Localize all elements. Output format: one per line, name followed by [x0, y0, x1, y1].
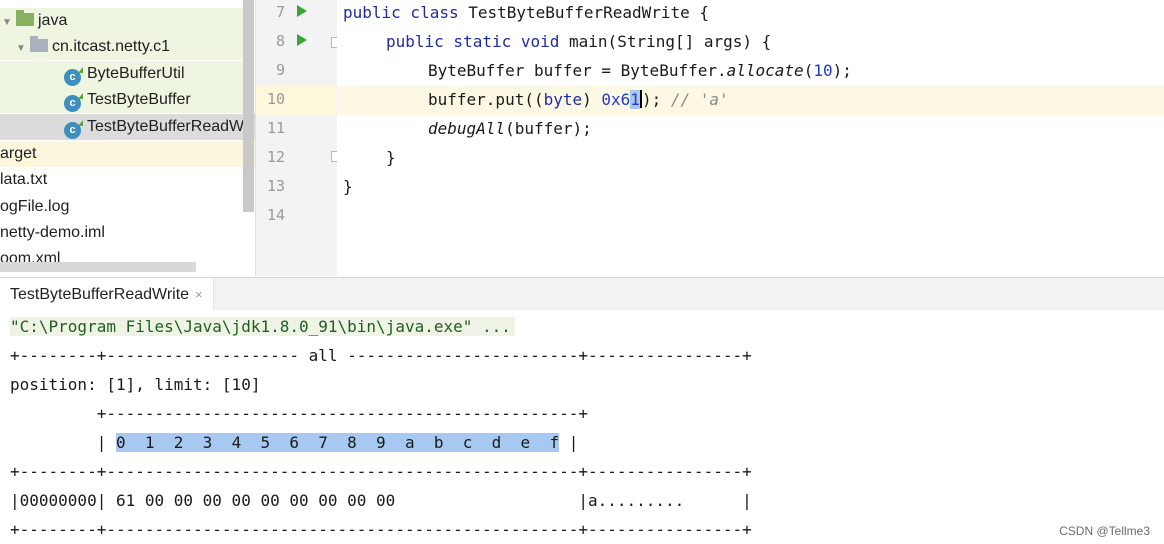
line-number: 12	[266, 148, 285, 166]
expand-arrow-icon[interactable]: ▼	[16, 36, 30, 62]
watermark: CSDN @Tellme3	[1059, 524, 1150, 538]
console-line: +--------+-------------------- all -----…	[10, 346, 752, 365]
tree-horizontal-scrollbar[interactable]	[0, 262, 196, 272]
console-line: +---------------------------------------…	[10, 404, 588, 423]
tree-item-testbytebufferreadwrite[interactable]: c TestByteBufferReadW	[0, 114, 255, 140]
code-line-13: }	[343, 177, 353, 196]
tree-item-testbytebuffer[interactable]: c TestByteBuffer	[0, 87, 243, 113]
expand-arrow-icon[interactable]: ▼	[2, 10, 16, 36]
console-line: position: [1], limit: [10]	[10, 375, 261, 394]
package-icon	[30, 36, 48, 52]
console-hex-header: | 0 1 2 3 4 5 6 7 8 9 a b c d e f |	[10, 433, 579, 452]
tree-item-package[interactable]: ▼ cn.itcast.netty.c1	[0, 34, 243, 60]
console-command-line: "C:\Program Files\Java\jdk1.8.0_91\bin\j…	[10, 312, 515, 341]
tree-item-logfile[interactable]: ogFile.log	[0, 194, 69, 220]
tree-item-java[interactable]: ▼ java	[0, 8, 245, 34]
line-number: 9	[275, 61, 285, 79]
code-line-7: public class TestByteBufferReadWrite {	[343, 3, 710, 22]
run-class-icon[interactable]	[297, 5, 307, 17]
tree-item-bytebufferutil[interactable]: c ByteBufferUtil	[0, 61, 243, 87]
console-output[interactable]: "C:\Program Files\Java\jdk1.8.0_91\bin\j…	[0, 310, 1164, 544]
code-line-10: buffer.put((byte) 0x61); // 'a'	[428, 90, 729, 109]
selected-text: 1	[630, 90, 640, 109]
line-number: 13	[266, 177, 285, 195]
close-icon[interactable]: ×	[195, 287, 203, 302]
run-tool-window-header: TestByteBufferReadWrite ×	[0, 277, 1164, 310]
java-class-icon: c	[64, 67, 83, 86]
console-line: +--------+------------------------------…	[10, 462, 752, 481]
line-number: 14	[266, 206, 285, 224]
tree-item-iml[interactable]: netty-demo.iml	[0, 220, 105, 246]
tree-vertical-scrollbar[interactable]	[243, 0, 254, 212]
line-number: 10	[266, 90, 285, 108]
tree-item-target[interactable]: arget	[0, 141, 255, 167]
line-number: 8	[275, 32, 285, 50]
line-number: 11	[266, 119, 285, 137]
java-class-icon: c	[64, 93, 83, 112]
line-number: 7	[275, 3, 285, 21]
code-line-8: public static void main(String[] args) {	[386, 32, 772, 51]
folder-icon	[16, 10, 34, 26]
console-data-row: |00000000| 61 00 00 00 00 00 00 00 00 00…	[10, 491, 752, 510]
console-line: +--------+------------------------------…	[10, 520, 752, 539]
code-line-11: debugAll(buffer);	[428, 119, 592, 138]
run-tab[interactable]: TestByteBufferReadWrite ×	[0, 278, 214, 310]
project-tree: ▼ java ▼ cn.itcast.netty.c1 c ByteBufferUti…	[0, 0, 255, 276]
code-line-9: ByteBuffer buffer = ByteBuffer.allocate(…	[428, 61, 852, 80]
java-class-icon: c	[64, 120, 83, 139]
code-line-12: }	[386, 148, 396, 167]
run-main-icon[interactable]	[297, 34, 307, 46]
selected-text: 0 1 2 3 4 5 6 7 8 9 a b c d e f	[115, 433, 560, 452]
tree-item-data-txt[interactable]: lata.txt	[0, 167, 47, 193]
